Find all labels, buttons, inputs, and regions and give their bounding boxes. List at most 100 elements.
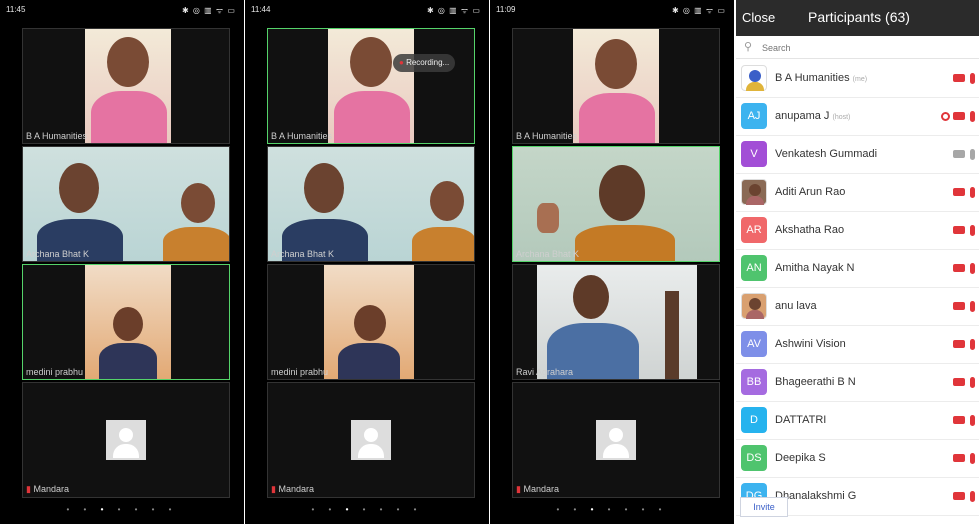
participant-name-text: Amitha Nayak N [775,262,855,274]
participant-name-text: anupama J [775,110,830,122]
recording-icon: ● [399,58,404,67]
participant-name: anu lava [775,300,817,312]
participant-status-icons [953,490,975,502]
participant-name-text: Ashwini Vision [775,338,846,350]
page-indicator: • • • • • • • [556,505,668,514]
video-off-icon [953,112,965,121]
video-feed [85,29,171,143]
participant-name: DATTATRI [775,414,826,426]
mic-muted-icon [970,338,975,350]
participant-row[interactable]: AJ anupama J (host) [736,98,979,136]
participant-row[interactable]: DS Deepika S [736,440,979,478]
close-button[interactable]: Close [742,10,775,25]
default-avatar-icon [596,420,636,460]
participant-status-icons [953,186,975,198]
status-icons: ✱ ◎ ▥ ᯤ ▭ [672,6,726,15]
video-tile[interactable]: medini prabhu [267,264,475,380]
video-tile[interactable]: ▮ Mandara [267,382,475,498]
participant-row[interactable]: D DATTATRI [736,402,979,440]
participant-status-icons [953,300,975,312]
participant-avatar: AN [741,255,767,281]
participant-list: B A Humanities (me) AJ anupama J (host) V Ve… [736,60,979,516]
participant-status-icons [953,338,975,350]
video-tile[interactable]: ▮ Mandara [512,382,720,498]
participant-row[interactable]: AV Ashwini Vision [736,326,979,364]
participant-name-label: ▮ Mandara [516,484,559,494]
video-off-icon [953,74,965,83]
invite-button[interactable]: Invite [740,497,788,517]
recording-icon [941,111,950,121]
status-bar: 11:45 ✱ ◎ ▥ ᯤ ▭ [0,0,244,20]
participant-name-label: B A Humanities [271,131,333,141]
video-feed [23,147,229,261]
status-bar: 11:44 ✱ ◎ ▥ ᯤ ▭ [245,0,489,20]
participant-row[interactable]: BB Bhageerathi B N [736,364,979,402]
video-tile[interactable]: B A Humanities [512,28,720,144]
status-bar: 11:09 ✱ ◎ ▥ ᯤ ▭ [490,0,734,20]
status-time: 11:09 [496,5,516,14]
participant-name-label: medini prabhu [271,367,329,377]
participant-name: anupama J (host) [775,110,850,122]
mic-muted-icon [970,224,975,236]
recording-indicator[interactable]: ● Recording... [393,54,456,72]
video-tile[interactable]: Ravi Agrahara [512,264,720,380]
participant-name: Aditi Arun Rao [775,186,845,198]
profile-photo-body [746,196,764,205]
participant-name-label: Ravi Agrahara [516,367,574,377]
participant-avatar [741,65,767,91]
participant-name-label: Archana Bhat K [516,249,580,259]
default-avatar-icon [106,420,146,460]
video-tile[interactable]: B A Humanities [22,28,230,144]
profile-photo-body [746,310,764,319]
participant-name-label: ▮ Mandara [271,484,314,494]
participant-status-icons [953,72,975,84]
participant-avatar: D [741,407,767,433]
participant-row[interactable]: V Venkatesh Gummadi [736,136,979,174]
participants-panel: Close Participants (63) ⚲ B A Humanities… [736,0,979,524]
video-tile[interactable]: Archana Bhat K [512,146,720,262]
video-tile[interactable]: Archana Bhat K [22,146,230,262]
status-time: 11:45 [6,5,26,14]
participant-name-label: B A Humanities [516,131,578,141]
video-tile[interactable]: ▮ Mandara [22,382,230,498]
profile-photo-icon [749,184,761,196]
video-off-icon [953,454,965,463]
participant-status-icons [953,262,975,274]
mic-muted-icon [970,376,975,388]
participant-role-tag: (host) [832,114,851,121]
participant-avatar: V [741,141,767,167]
participant-name: Bhageerathi B N [775,376,856,388]
participant-name-text: DATTATRI [775,414,827,426]
mic-muted-icon: ▮ [26,484,31,494]
search-input[interactable] [760,39,964,57]
phone-screen-2: 11:44 ✱ ◎ ▥ ᯤ ▭ B A Humanities ● Recordi… [245,0,489,524]
participant-role-tag: (me) [852,76,868,83]
video-tile[interactable]: medini prabhu [22,264,230,380]
video-tile[interactable]: B A Humanities [267,28,475,144]
video-off-icon [953,302,965,311]
video-off-icon [953,378,965,387]
participant-name-label: B A Humanities [26,131,88,141]
video-tile[interactable]: Archana Bhat K [267,146,475,262]
participant-row[interactable]: B A Humanities (me) [736,60,979,98]
participant-name: Amitha Nayak N [775,262,854,274]
status-icons: ✱ ◎ ▥ ᯤ ▭ [427,6,481,15]
mic-muted-icon [970,414,975,426]
video-on-icon [953,150,965,159]
video-feed [537,265,697,379]
participant-status-icons [953,148,975,160]
participant-row[interactable]: AR Akshatha Rao [736,212,979,250]
participant-row[interactable]: AN Amitha Nayak N [736,250,979,288]
participant-row[interactable]: anu lava [736,288,979,326]
participant-status-icons [941,110,975,122]
participant-name-text: anu lava [775,300,817,312]
participant-status-icons [953,376,975,388]
participant-name: Ashwini Vision [775,338,846,350]
search-icon: ⚲ [744,41,753,53]
video-off-icon [953,340,965,349]
video-feed [328,29,414,143]
mic-muted-icon [970,490,975,502]
participant-name-text: B A Humanities [775,72,850,84]
participant-row[interactable]: Aditi Arun Rao [736,174,979,212]
profile-photo-body [746,82,764,91]
